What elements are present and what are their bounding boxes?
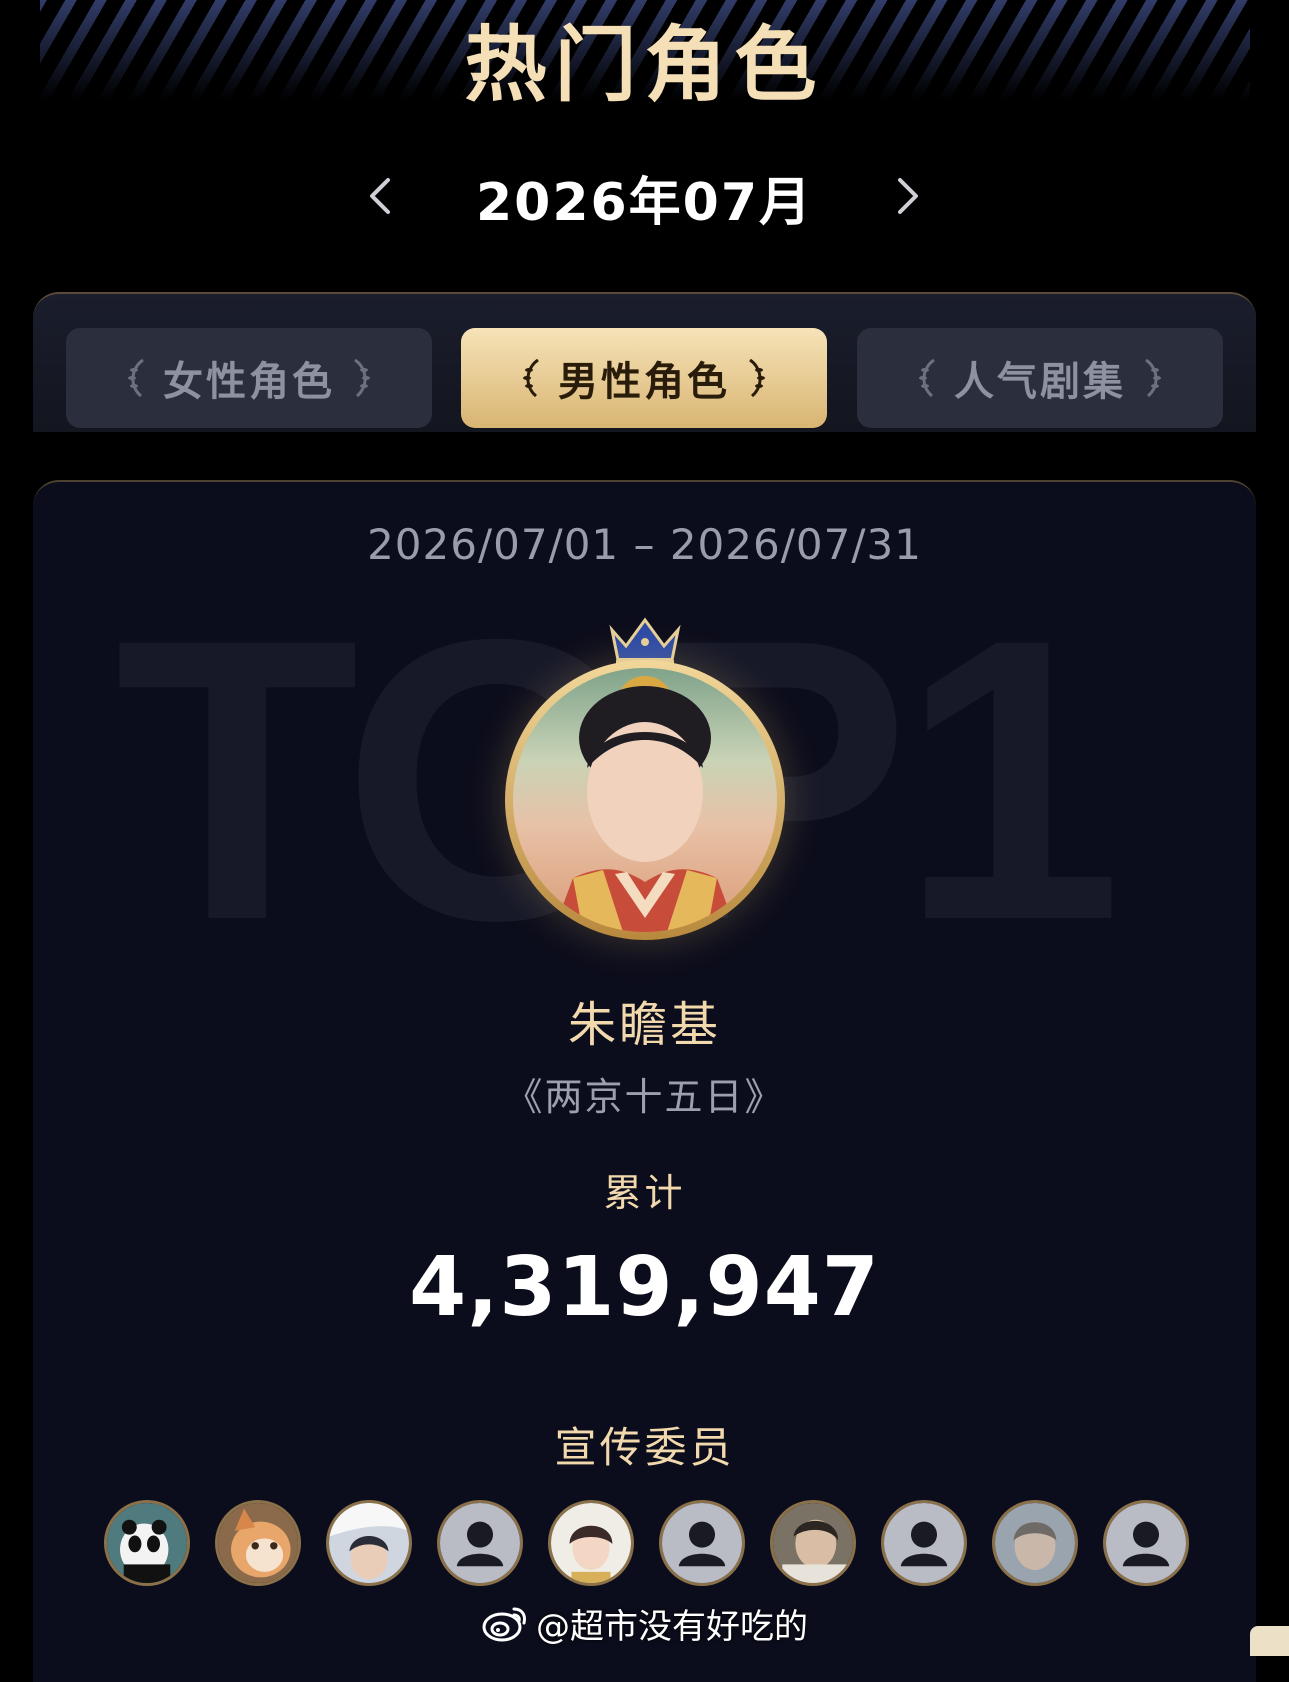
default-user-icon[interactable] <box>881 1500 967 1586</box>
promoter-avatar-cat[interactable] <box>215 1500 301 1586</box>
tab-label: 人气剧集 <box>954 359 1126 405</box>
default-user-icon[interactable] <box>437 1500 523 1586</box>
promoter-avatar-7[interactable] <box>770 1500 856 1586</box>
drama-title: 《两京十五日》 <box>504 1075 785 1119</box>
character-name: 朱瞻基 <box>567 997 721 1053</box>
promoter-avatar-5[interactable] <box>548 1500 634 1586</box>
tab-male-characters[interactable]: 男性角色 <box>461 328 827 428</box>
tab-label: 女性角色 <box>163 359 335 405</box>
default-user-icon[interactable] <box>659 1500 745 1586</box>
default-user-icon[interactable] <box>1103 1500 1189 1586</box>
laurel-right-icon <box>749 358 765 398</box>
tab-label: 男性角色 <box>558 359 730 405</box>
character-photo <box>513 668 777 932</box>
watermark-text: @超市没有好吃的 <box>536 1606 808 1647</box>
month-label: 2026年07月 <box>475 173 814 233</box>
chevron-right-icon[interactable] <box>884 174 928 218</box>
laurel-right-icon <box>1145 358 1161 398</box>
total-value: 4,319,947 <box>409 1240 880 1335</box>
page-title: 热门角色 <box>464 18 825 113</box>
weibo-watermark: @超市没有好吃的 <box>480 1598 808 1648</box>
top-character-avatar[interactable] <box>505 660 785 940</box>
total-label: 累计 <box>603 1171 686 1215</box>
laurel-right-icon <box>354 358 370 398</box>
tab-female-characters[interactable]: 女性角色 <box>66 328 432 428</box>
laurel-left-icon <box>523 358 539 398</box>
promoter-avatar-9[interactable] <box>992 1500 1078 1586</box>
tab-popular-dramas[interactable]: 人气剧集 <box>857 328 1223 428</box>
promoter-avatar-3[interactable] <box>326 1500 412 1586</box>
month-navigator: 2026年07月 <box>0 160 1289 240</box>
date-range: 2026/07/01 – 2026/07/31 <box>367 520 922 569</box>
laurel-left-icon <box>128 358 144 398</box>
weibo-icon <box>482 1607 526 1642</box>
promoters-list <box>104 1500 1204 1592</box>
laurel-left-icon <box>919 358 935 398</box>
promoters-label: 宣传委员 <box>554 1423 735 1472</box>
category-tabs: 女性角色 男性角色 人气剧集 <box>33 292 1256 432</box>
promoter-avatar-panda[interactable] <box>104 1500 190 1586</box>
